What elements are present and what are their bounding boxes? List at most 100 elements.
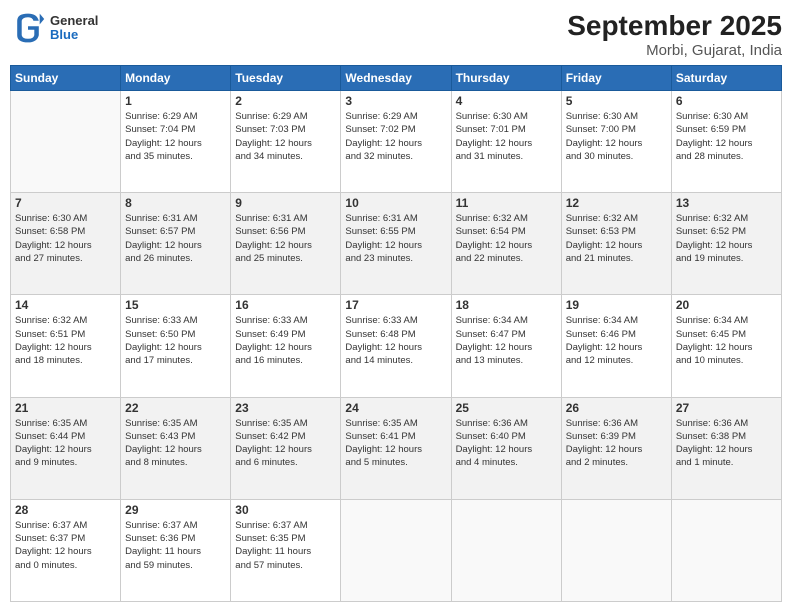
calendar-cell: 22 Sunrise: 6:35 AM Sunset: 6:43 PM Dayli…	[121, 397, 231, 499]
day-number: 6	[676, 94, 777, 108]
day-info: Sunrise: 6:37 AM Sunset: 6:36 PM Dayligh…	[125, 519, 226, 572]
day-number: 2	[235, 94, 336, 108]
day-number: 10	[345, 196, 446, 210]
calendar-cell: 24 Sunrise: 6:35 AM Sunset: 6:41 PM Dayli…	[341, 397, 451, 499]
day-number: 19	[566, 298, 667, 312]
day-number: 20	[676, 298, 777, 312]
month-year: September 2025	[567, 10, 782, 42]
day-info: Sunrise: 6:36 AM Sunset: 6:40 PM Dayligh…	[456, 417, 557, 470]
day-info: Sunrise: 6:34 AM Sunset: 6:45 PM Dayligh…	[676, 314, 777, 367]
day-number: 27	[676, 401, 777, 415]
day-number: 24	[345, 401, 446, 415]
day-info: Sunrise: 6:33 AM Sunset: 6:49 PM Dayligh…	[235, 314, 336, 367]
day-number: 28	[15, 503, 116, 517]
logo: General Blue	[10, 10, 98, 46]
day-info: Sunrise: 6:36 AM Sunset: 6:38 PM Dayligh…	[676, 417, 777, 470]
calendar-cell: 20 Sunrise: 6:34 AM Sunset: 6:45 PM Dayli…	[671, 295, 781, 397]
day-number: 17	[345, 298, 446, 312]
day-info: Sunrise: 6:35 AM Sunset: 6:42 PM Dayligh…	[235, 417, 336, 470]
calendar-cell	[11, 91, 121, 193]
calendar-cell: 30Sunrise: 6:37 AM Sunset: 6:35 PM Dayli…	[231, 499, 341, 601]
calendar-cell: 10Sunrise: 6:31 AM Sunset: 6:55 PM Dayli…	[341, 193, 451, 295]
calendar-cell: 3 Sunrise: 6:29 AM Sunset: 7:02 PM Daylig…	[341, 91, 451, 193]
calendar-cell: 26Sunrise: 6:36 AM Sunset: 6:39 PM Dayli…	[561, 397, 671, 499]
calendar-cell	[341, 499, 451, 601]
weekday-friday: Friday	[561, 66, 671, 91]
day-info: Sunrise: 6:30 AM Sunset: 6:58 PM Dayligh…	[15, 212, 116, 265]
calendar-cell: 14 Sunrise: 6:32 AM Sunset: 6:51 PM Dayli…	[11, 295, 121, 397]
calendar-cell: 28 Sunrise: 6:37 AM Sunset: 6:37 PM Dayli…	[11, 499, 121, 601]
day-number: 13	[676, 196, 777, 210]
logo-general: General	[50, 14, 98, 28]
day-info: Sunrise: 6:35 AM Sunset: 6:43 PM Dayligh…	[125, 417, 226, 470]
day-info: Sunrise: 6:30 AM Sunset: 6:59 PM Dayligh…	[676, 110, 777, 163]
weekday-header-row: SundayMondayTuesdayWednesdayThursdayFrid…	[11, 66, 782, 91]
calendar-row-1: 7Sunrise: 6:30 AM Sunset: 6:58 PM Daylig…	[11, 193, 782, 295]
calendar-cell	[671, 499, 781, 601]
calendar-cell: 6 Sunrise: 6:30 AM Sunset: 6:59 PM Daylig…	[671, 91, 781, 193]
day-info: Sunrise: 6:29 AM Sunset: 7:02 PM Dayligh…	[345, 110, 446, 163]
calendar-cell: 12Sunrise: 6:32 AM Sunset: 6:53 PM Dayli…	[561, 193, 671, 295]
calendar-cell: 5Sunrise: 6:30 AM Sunset: 7:00 PM Daylig…	[561, 91, 671, 193]
day-number: 29	[125, 503, 226, 517]
calendar-cell: 1 Sunrise: 6:29 AM Sunset: 7:04 PM Daylig…	[121, 91, 231, 193]
calendar-row-4: 28 Sunrise: 6:37 AM Sunset: 6:37 PM Dayli…	[11, 499, 782, 601]
day-info: Sunrise: 6:30 AM Sunset: 7:00 PM Dayligh…	[566, 110, 667, 163]
day-info: Sunrise: 6:35 AM Sunset: 6:44 PM Dayligh…	[15, 417, 116, 470]
day-info: Sunrise: 6:32 AM Sunset: 6:52 PM Dayligh…	[676, 212, 777, 265]
day-number: 15	[125, 298, 226, 312]
day-info: Sunrise: 6:29 AM Sunset: 7:04 PM Dayligh…	[125, 110, 226, 163]
calendar-cell: 25Sunrise: 6:36 AM Sunset: 6:40 PM Dayli…	[451, 397, 561, 499]
calendar-cell	[561, 499, 671, 601]
day-info: Sunrise: 6:37 AM Sunset: 6:37 PM Dayligh…	[15, 519, 116, 572]
calendar-cell: 16 Sunrise: 6:33 AM Sunset: 6:49 PM Dayli…	[231, 295, 341, 397]
weekday-saturday: Saturday	[671, 66, 781, 91]
weekday-sunday: Sunday	[11, 66, 121, 91]
day-info: Sunrise: 6:32 AM Sunset: 6:54 PM Dayligh…	[456, 212, 557, 265]
calendar-row-3: 21 Sunrise: 6:35 AM Sunset: 6:44 PM Dayli…	[11, 397, 782, 499]
calendar-cell: 7Sunrise: 6:30 AM Sunset: 6:58 PM Daylig…	[11, 193, 121, 295]
day-number: 21	[15, 401, 116, 415]
day-info: Sunrise: 6:34 AM Sunset: 6:46 PM Dayligh…	[566, 314, 667, 367]
weekday-tuesday: Tuesday	[231, 66, 341, 91]
header: General Blue September 2025 Morbi, Gujar…	[10, 10, 782, 59]
day-number: 8	[125, 196, 226, 210]
calendar-cell: 18 Sunrise: 6:34 AM Sunset: 6:47 PM Dayli…	[451, 295, 561, 397]
calendar-cell: 27 Sunrise: 6:36 AM Sunset: 6:38 PM Dayli…	[671, 397, 781, 499]
calendar-cell: 29 Sunrise: 6:37 AM Sunset: 6:36 PM Dayli…	[121, 499, 231, 601]
calendar-cell: 11 Sunrise: 6:32 AM Sunset: 6:54 PM Dayli…	[451, 193, 561, 295]
day-number: 22	[125, 401, 226, 415]
calendar-cell: 9 Sunrise: 6:31 AM Sunset: 6:56 PM Daylig…	[231, 193, 341, 295]
day-info: Sunrise: 6:35 AM Sunset: 6:41 PM Dayligh…	[345, 417, 446, 470]
day-info: Sunrise: 6:29 AM Sunset: 7:03 PM Dayligh…	[235, 110, 336, 163]
day-number: 3	[345, 94, 446, 108]
day-info: Sunrise: 6:33 AM Sunset: 6:48 PM Dayligh…	[345, 314, 446, 367]
day-number: 23	[235, 401, 336, 415]
day-number: 11	[456, 196, 557, 210]
calendar-row-2: 14 Sunrise: 6:32 AM Sunset: 6:51 PM Dayli…	[11, 295, 782, 397]
calendar-cell: 4Sunrise: 6:30 AM Sunset: 7:01 PM Daylig…	[451, 91, 561, 193]
day-info: Sunrise: 6:37 AM Sunset: 6:35 PM Dayligh…	[235, 519, 336, 572]
day-number: 14	[15, 298, 116, 312]
calendar-cell: 21 Sunrise: 6:35 AM Sunset: 6:44 PM Dayli…	[11, 397, 121, 499]
day-info: Sunrise: 6:31 AM Sunset: 6:56 PM Dayligh…	[235, 212, 336, 265]
calendar-cell: 15Sunrise: 6:33 AM Sunset: 6:50 PM Dayli…	[121, 295, 231, 397]
calendar-cell: 19 Sunrise: 6:34 AM Sunset: 6:46 PM Dayli…	[561, 295, 671, 397]
day-info: Sunrise: 6:36 AM Sunset: 6:39 PM Dayligh…	[566, 417, 667, 470]
calendar-cell: 8Sunrise: 6:31 AM Sunset: 6:57 PM Daylig…	[121, 193, 231, 295]
logo-text: General Blue	[50, 14, 98, 43]
day-number: 9	[235, 196, 336, 210]
weekday-monday: Monday	[121, 66, 231, 91]
calendar-cell: 13 Sunrise: 6:32 AM Sunset: 6:52 PM Dayli…	[671, 193, 781, 295]
title-block: September 2025 Morbi, Gujarat, India	[567, 10, 782, 59]
weekday-wednesday: Wednesday	[341, 66, 451, 91]
day-info: Sunrise: 6:32 AM Sunset: 6:51 PM Dayligh…	[15, 314, 116, 367]
day-number: 1	[125, 94, 226, 108]
weekday-thursday: Thursday	[451, 66, 561, 91]
day-info: Sunrise: 6:30 AM Sunset: 7:01 PM Dayligh…	[456, 110, 557, 163]
day-info: Sunrise: 6:34 AM Sunset: 6:47 PM Dayligh…	[456, 314, 557, 367]
day-number: 18	[456, 298, 557, 312]
day-number: 16	[235, 298, 336, 312]
calendar-cell: 2 Sunrise: 6:29 AM Sunset: 7:03 PM Daylig…	[231, 91, 341, 193]
day-info: Sunrise: 6:32 AM Sunset: 6:53 PM Dayligh…	[566, 212, 667, 265]
